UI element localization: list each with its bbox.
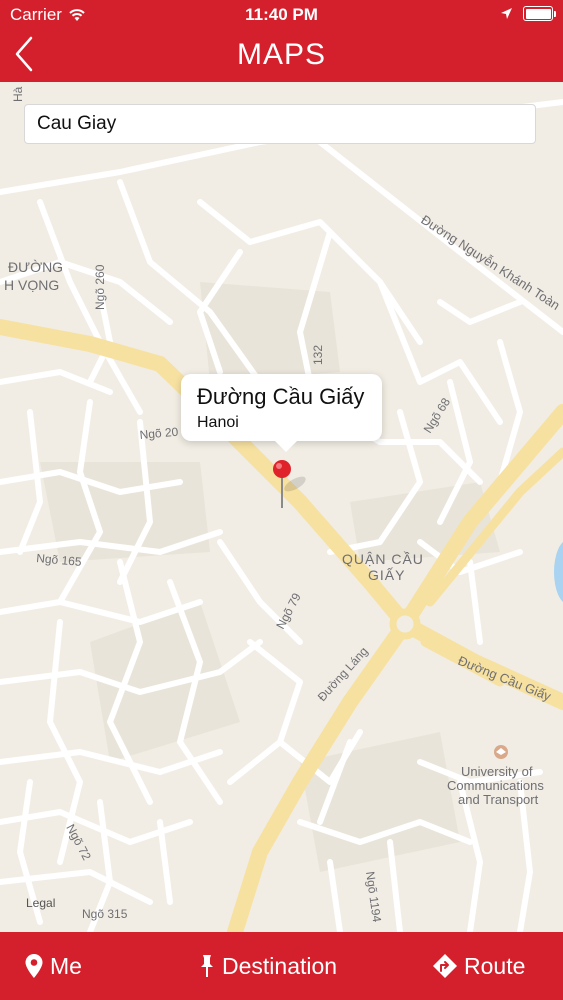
destination-button[interactable]: Destination bbox=[198, 932, 337, 1000]
map-label-university-3: and Transport bbox=[458, 792, 539, 807]
map-label-quan-cau-giay-2: GIẤY bbox=[368, 567, 405, 583]
callout-title: Đường Cầu Giấy bbox=[197, 384, 365, 409]
map-label-vong-partial: H VỌNG bbox=[4, 277, 59, 293]
map-label-ngo-315: Ngõ 315 bbox=[82, 907, 128, 921]
route-sign-icon bbox=[433, 954, 457, 978]
location-callout[interactable]: Đường Cầu Giấy Hanoi bbox=[181, 374, 382, 452]
map-label-university-2: Communications bbox=[447, 778, 544, 793]
map-label-ngo-260: Ngõ 260 bbox=[93, 264, 107, 310]
map-label-ngo-132: 132 bbox=[311, 345, 325, 365]
bottom-toolbar: Me Destination Route bbox=[0, 932, 563, 1000]
battery-icon bbox=[523, 6, 556, 21]
callout-subtitle: Hanoi bbox=[197, 414, 239, 431]
map-label-university-1: University of bbox=[461, 764, 533, 779]
status-bar: Carrier 11:40 PM bbox=[0, 0, 563, 30]
page-title: MAPS bbox=[236, 38, 327, 71]
pushpin-icon bbox=[201, 955, 213, 977]
app-header: Carrier 11:40 PM MAPS bbox=[0, 0, 563, 82]
map-label-quan-cau-giay-1: QUẬN CẦU bbox=[342, 551, 424, 567]
map-label-duong-partial: ĐƯỜNG bbox=[8, 259, 63, 275]
status-time: 11:40 PM bbox=[245, 5, 318, 24]
map-label-ha-partial: Hà bbox=[11, 86, 25, 102]
map-pin-icon[interactable] bbox=[270, 458, 294, 514]
destination-label: Destination bbox=[222, 952, 338, 979]
map-legal-link[interactable]: Legal bbox=[26, 896, 55, 910]
location-pin-icon bbox=[25, 954, 43, 978]
me-button[interactable]: Me bbox=[24, 932, 82, 1000]
route-label: Route bbox=[464, 952, 526, 979]
location-arrow-icon bbox=[501, 8, 512, 19]
status-right bbox=[500, 6, 556, 21]
me-label: Me bbox=[50, 952, 82, 979]
route-button[interactable]: Route bbox=[432, 932, 525, 1000]
search-input[interactable] bbox=[24, 104, 536, 144]
